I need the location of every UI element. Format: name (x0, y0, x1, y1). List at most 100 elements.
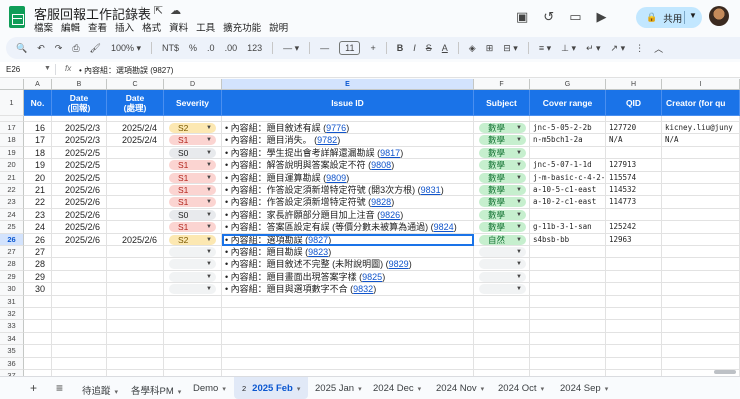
severity-cell[interactable]: S2 ▼ (164, 122, 222, 135)
cell-qid[interactable]: 115574 (606, 171, 662, 184)
font-family-select[interactable]: — ▾ (283, 43, 299, 54)
cell-date-reported[interactable] (52, 258, 107, 271)
dropdown-arrow-icon[interactable]: ▼ (516, 148, 522, 158)
formula-input[interactable]: • 內容組：選項勘誤 (9827) (79, 65, 173, 76)
borders-icon[interactable]: ⊞ (486, 43, 494, 54)
cell-date-reported[interactable] (52, 246, 107, 259)
share-button[interactable]: 🔒 共用 ▼ (636, 7, 702, 28)
severity-cell[interactable]: ▼ (164, 283, 222, 296)
severity-cell[interactable] (164, 357, 222, 370)
severity-cell[interactable]: S1 ▼ (164, 221, 222, 234)
issue-cell[interactable]: • 內容組：題目敘述不完整 (未附說明圖) (9829) (222, 258, 474, 271)
cell-cover-range[interactable] (530, 246, 606, 259)
subject-chip[interactable]: 數學 ▼ (479, 147, 526, 158)
subject-chip[interactable]: ▼ (479, 259, 526, 270)
severity-cell[interactable]: S2 ▼ (164, 233, 222, 246)
cell-date-reported[interactable]: 2025/2/6 (52, 233, 107, 246)
cell-cover-range[interactable] (530, 345, 606, 358)
sheet-tab[interactable]: Demo ▾ (193, 383, 226, 394)
column-header-g[interactable]: G (530, 79, 606, 90)
column-header-d[interactable]: D (164, 79, 222, 90)
cell-no[interactable] (24, 357, 52, 370)
issue-cell[interactable]: • 內容組：題目勘誤 (9823) (222, 246, 474, 259)
cell-qid[interactable]: 127913 (606, 159, 662, 172)
severity-chip[interactable]: ▼ (169, 247, 216, 257)
cell-no[interactable]: 26 (24, 233, 52, 246)
cell-cover-range[interactable] (530, 332, 606, 346)
cell-date-handled[interactable] (107, 146, 164, 160)
column-header-e[interactable]: E (222, 79, 474, 90)
cell-date-reported[interactable]: 2025/2/6 (52, 184, 107, 197)
severity-chip[interactable]: S1 ▼ (169, 160, 216, 171)
severity-chip[interactable]: S1 ▼ (169, 197, 216, 208)
cell-cover-range[interactable] (530, 320, 606, 333)
chevron-down-icon[interactable]: ▾ (178, 389, 182, 396)
subject-chip[interactable]: 自然 ▼ (479, 234, 526, 245)
subject-cell[interactable]: ▼ (474, 246, 530, 259)
cell-creator[interactable] (662, 295, 740, 308)
name-box[interactable]: E26 (6, 65, 20, 74)
increase-decimal-button[interactable]: .00 (225, 43, 238, 53)
issue-link[interactable]: 9824 (434, 222, 454, 232)
star-icon[interactable]: ☆ (137, 4, 147, 17)
issue-link[interactable]: 9828 (371, 197, 391, 207)
issue-cell[interactable]: • 內容組：題目運算勘誤 (9809) (222, 171, 474, 184)
cell-date-reported[interactable] (52, 357, 107, 370)
cell-no[interactable]: 23 (24, 208, 52, 222)
cell-cover-range[interactable]: jnc-5-05-2-2b (530, 122, 606, 135)
cell-no[interactable] (24, 308, 52, 321)
dropdown-arrow-icon[interactable]: ▼ (516, 259, 522, 269)
issue-cell[interactable]: • 內容組：解答說明與答案設定不符 (9808) (222, 159, 474, 172)
dropdown-arrow-icon[interactable]: ▼ (516, 235, 522, 245)
cell-date-reported[interactable] (52, 320, 107, 333)
issue-cell[interactable]: • 內容組：題目與選項數字不合 (9832) (222, 283, 474, 296)
cell-date-reported[interactable]: 2025/2/6 (52, 196, 107, 209)
dropdown-arrow-icon[interactable]: ▼ (516, 222, 522, 232)
chevron-down-icon[interactable]: ▾ (115, 389, 119, 396)
chevron-down-icon[interactable]: ▼ (689, 11, 697, 20)
dropdown-arrow-icon[interactable]: ▼ (206, 135, 212, 145)
severity-cell[interactable]: ▼ (164, 270, 222, 284)
text-wrap-icon[interactable]: ↵ ▾ (586, 43, 601, 54)
issue-cell[interactable] (222, 295, 474, 308)
cell-no[interactable]: 22 (24, 196, 52, 209)
severity-chip[interactable]: S1 ▼ (169, 222, 216, 233)
severity-cell[interactable]: ▼ (164, 258, 222, 271)
collapse-toolbar-icon[interactable]: ︿ (654, 42, 663, 55)
issue-cell[interactable] (222, 308, 474, 321)
cell-cover-range[interactable]: a-10-5-c1-east (530, 184, 606, 197)
chevron-down-icon[interactable]: ▾ (605, 386, 609, 393)
undo-icon[interactable]: ↶ (37, 43, 45, 54)
dropdown-arrow-icon[interactable]: ▼ (206, 160, 212, 170)
subject-cell[interactable]: ▼ (474, 283, 530, 296)
subject-cell[interactable]: ▼ (474, 258, 530, 271)
cell-qid[interactable] (606, 345, 662, 358)
cell-cover-range[interactable] (530, 146, 606, 160)
dropdown-arrow-icon[interactable]: ▼ (516, 197, 522, 207)
column-header-f[interactable]: F (474, 79, 530, 90)
chevron-down-icon[interactable]: ▾ (541, 386, 545, 393)
cell-creator[interactable] (662, 283, 740, 296)
row-number[interactable]: 21 (0, 171, 24, 184)
row-number[interactable]: 29 (0, 270, 24, 284)
cell-date-reported[interactable]: 2025/2/3 (52, 134, 107, 147)
sheet-tab[interactable]: 待追蹤 ▾ (82, 383, 118, 397)
row-number[interactable]: 17 (0, 122, 24, 135)
cell-creator[interactable] (662, 270, 740, 284)
menu-item-4[interactable]: 格式 (142, 20, 161, 34)
dropdown-arrow-icon[interactable]: ▼ (206, 247, 212, 257)
more-icon[interactable]: ⋮ (635, 43, 644, 54)
column-header-i[interactable]: I (662, 79, 740, 90)
cell-no[interactable] (24, 295, 52, 308)
merge-cells-icon[interactable]: ⊟ ▾ (503, 43, 518, 54)
subject-chip[interactable]: 數學 ▼ (479, 135, 526, 146)
font-size-input[interactable]: 11 (339, 41, 361, 55)
chevron-down-icon[interactable]: ▾ (418, 386, 422, 393)
subject-chip[interactable]: 數學 ▼ (479, 185, 526, 195)
row-number[interactable]: 18 (0, 134, 24, 147)
sheet-tab[interactable]: 2024 Dec ▾ (373, 383, 421, 394)
issue-cell[interactable]: • 內容組：學生提出會考詳解還漏勘誤 (9817) (222, 146, 474, 160)
severity-cell[interactable]: S0 ▼ (164, 208, 222, 222)
subject-cell[interactable] (474, 357, 530, 370)
history-icon[interactable]: ↺ (543, 9, 554, 25)
